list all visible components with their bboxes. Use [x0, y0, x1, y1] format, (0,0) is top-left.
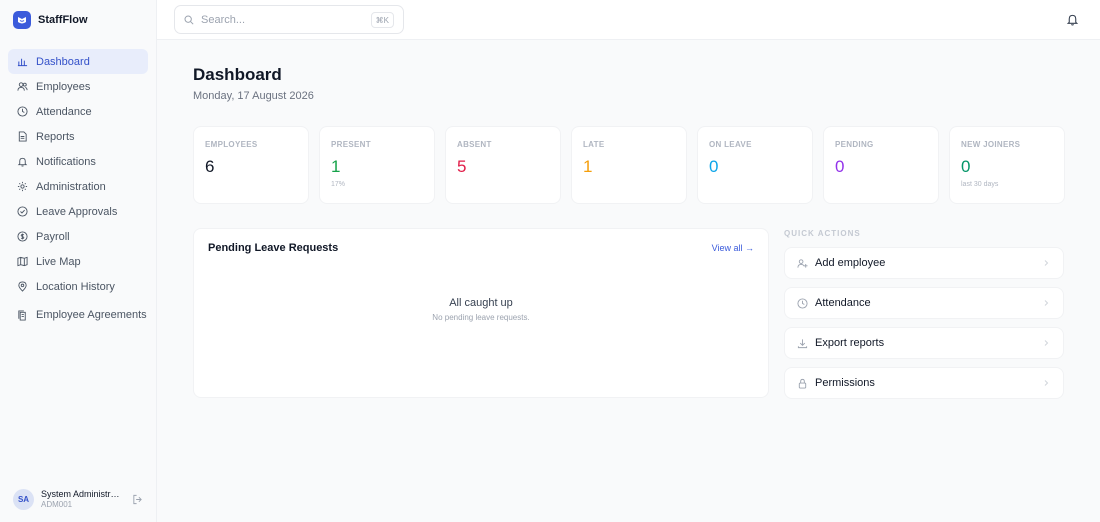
notification-bell-icon[interactable] [1066, 13, 1079, 26]
bar-chart-icon [17, 56, 28, 67]
sidebar-item-notifications[interactable]: Notifications [8, 149, 148, 174]
quick-action-permissions[interactable]: Permissions [784, 367, 1064, 399]
app-name: StaffFlow [38, 14, 88, 26]
pending-leave-panel: Pending Leave Requests View all → All ca… [193, 228, 769, 398]
sidebar-item-leave-approvals[interactable]: Leave Approvals [8, 199, 148, 224]
sidebar-item-label: Notifications [36, 155, 96, 168]
view-all-link[interactable]: View all → [712, 243, 754, 253]
stat-card-pending[interactable]: PENDING 0 [823, 126, 939, 204]
chevron-right-icon [1044, 300, 1049, 306]
stat-card-absent[interactable]: ABSENT 5 [445, 126, 561, 204]
sidebar-item-live-map[interactable]: Live Map [8, 249, 148, 274]
top-bar: ⌘K [157, 0, 1100, 40]
stat-sub: last 30 days [961, 181, 999, 188]
sidebar-item-employee-agreements[interactable]: Employee Agreements [8, 299, 148, 331]
staffflow-logo-icon [13, 11, 31, 29]
search-input[interactable] [201, 13, 361, 26]
chevron-right-icon [1044, 380, 1049, 386]
sidebar-item-label: Leave Approvals [36, 205, 118, 218]
sidebar-item-label: Live Map [36, 255, 81, 268]
stat-value: 1 [331, 157, 341, 176]
gear-icon [17, 181, 28, 192]
search-box[interactable]: ⌘K [174, 5, 404, 34]
map-pin-icon [17, 281, 28, 292]
clock-icon [17, 106, 28, 117]
search-icon [184, 15, 194, 25]
check-circle-icon [17, 206, 28, 217]
users-icon [17, 81, 28, 92]
chevron-right-icon [1044, 260, 1049, 266]
stat-value: 6 [205, 157, 215, 176]
sidebar-item-label: Administration [36, 180, 106, 193]
user-plus-icon [797, 258, 808, 268]
stat-value: 0 [961, 157, 971, 176]
user-name: System Administrator [41, 489, 121, 499]
stat-card-late[interactable]: LATE 1 [571, 126, 687, 204]
lock-icon [798, 378, 807, 389]
logout-icon[interactable] [132, 494, 143, 505]
stat-sub: 17% [331, 181, 346, 188]
bell-icon [17, 156, 28, 167]
quick-action-attendance[interactable]: Attendance [784, 287, 1064, 319]
download-icon [797, 338, 808, 348]
stat-label: PRESENT [331, 140, 371, 149]
quick-action-add-employee[interactable]: Add employee [784, 247, 1064, 279]
page-date: Monday, 17 August 2026 [193, 90, 314, 102]
stat-label: LATE [583, 140, 605, 149]
brand[interactable]: StaffFlow [13, 11, 88, 29]
clock-icon [797, 297, 808, 309]
panel-title: Pending Leave Requests [208, 242, 339, 254]
sidebar-item-label: Attendance [36, 105, 92, 118]
empty-state-subtitle: No pending leave requests. [432, 313, 530, 322]
sidebar-item-payroll[interactable]: Payroll [8, 224, 148, 249]
user-profile[interactable]: SA System Administrator ADM001 [13, 488, 143, 510]
quick-action-label: Export reports [815, 337, 885, 349]
quick-action-export-reports[interactable]: Export reports [784, 327, 1064, 359]
sidebar-item-label: Employees [36, 80, 91, 93]
page-title: Dashboard [193, 65, 282, 84]
empty-state-title: All caught up [449, 297, 513, 309]
quick-action-label: Add employee [815, 257, 886, 269]
sidebar-item-label: Payroll [36, 230, 70, 243]
stat-value: 0 [835, 157, 845, 176]
sidebar-item-label: Location History [36, 280, 115, 293]
quick-action-label: Permissions [815, 377, 875, 389]
documents-icon [17, 309, 28, 321]
stat-label: ON LEAVE [709, 140, 752, 149]
sidebar-item-label: Employee Agreements [36, 309, 147, 321]
user-id: ADM001 [41, 500, 73, 509]
sidebar-item-attendance[interactable]: Attendance [8, 99, 148, 124]
sidebar-item-dashboard[interactable]: Dashboard [8, 49, 148, 74]
quick-actions-list: Add employee Attendance Export reports P… [784, 247, 1064, 407]
sidebar-item-label: Reports [36, 130, 75, 143]
stat-card-employees[interactable]: EMPLOYEES 6 [193, 126, 309, 204]
stat-label: PENDING [835, 140, 874, 149]
avatar: SA [13, 488, 34, 510]
search-shortcut-badge: ⌘K [370, 12, 394, 28]
sidebar-nav: Dashboard Employees Attendance Reports N… [8, 49, 148, 331]
stat-card-present[interactable]: PRESENT 1 17% [319, 126, 435, 204]
stats-row: EMPLOYEES 6 PRESENT 1 17% ABSENT 5 LATE … [193, 126, 1065, 204]
stat-label: ABSENT [457, 140, 492, 149]
stat-label: NEW JOINERS [961, 140, 1021, 149]
sidebar-item-employees[interactable]: Employees [8, 74, 148, 99]
stat-value: 5 [457, 157, 467, 176]
sidebar-item-reports[interactable]: Reports [8, 124, 148, 149]
stat-label: EMPLOYEES [205, 140, 258, 149]
sidebar-item-administration[interactable]: Administration [8, 174, 148, 199]
sidebar-item-location-history[interactable]: Location History [8, 274, 148, 299]
file-icon [17, 131, 28, 142]
map-icon [17, 256, 28, 267]
stat-value: 1 [583, 157, 593, 176]
stat-card-on-leave[interactable]: ON LEAVE 0 [697, 126, 813, 204]
quick-actions-heading: QUICK ACTIONS [784, 229, 861, 238]
sidebar-item-label: Dashboard [36, 55, 90, 68]
chevron-right-icon [1044, 340, 1049, 346]
stat-card-new-joiners[interactable]: NEW JOINERS 0 last 30 days [949, 126, 1065, 204]
stat-value: 0 [709, 157, 719, 176]
sidebar: StaffFlow Dashboard Employees Attendance… [0, 0, 157, 522]
quick-action-label: Attendance [815, 297, 871, 309]
dollar-circle-icon [17, 231, 28, 242]
